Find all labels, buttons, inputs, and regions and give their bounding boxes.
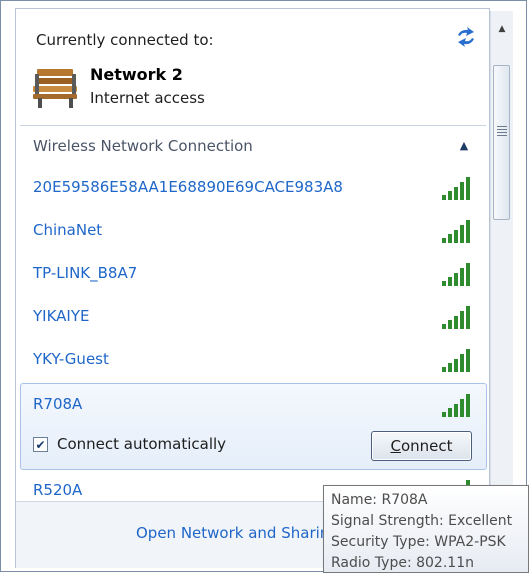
connected-network-name: Network 2	[90, 65, 183, 84]
signal-strength-icon	[442, 394, 470, 417]
section-title: Wireless Network Connection	[33, 137, 253, 155]
connect-button-label: onnect	[400, 437, 453, 455]
network-name: R708A	[33, 395, 83, 413]
network-name: ChinaNet	[33, 221, 103, 239]
network-name: YIKAIYE	[33, 307, 90, 325]
connect-button-mnemonic: C	[390, 437, 401, 455]
connect-button[interactable]: Connect	[371, 431, 472, 461]
chevron-up-icon[interactable]: ▲	[457, 138, 471, 152]
network-row[interactable]: 20E59586E58AA1E68890E69CACE983A8	[20, 167, 486, 210]
signal-strength-icon	[442, 349, 470, 372]
scrollbar-thumb[interactable]	[493, 65, 510, 220]
network-row[interactable]: YKY-Guest	[20, 339, 486, 382]
signal-strength-icon	[442, 306, 470, 329]
refresh-icon[interactable]	[454, 25, 478, 49]
network-name: TP-LINK_B8A7	[33, 264, 138, 282]
scroll-up-arrow-icon[interactable]: ▲	[491, 11, 513, 47]
grip-icon	[497, 126, 507, 137]
tooltip-signal-strength: Signal Strength: Excellent	[331, 513, 513, 529]
network-tooltip: Name: R708A Signal Strength: Excellent S…	[323, 485, 529, 573]
tooltip-radio-type: Radio Type: 802.11n	[331, 555, 474, 571]
connect-automatically-label[interactable]: Connect automatically	[57, 435, 226, 453]
signal-strength-icon	[442, 177, 470, 200]
connected-network-status: Internet access	[90, 89, 205, 107]
currently-connected-label: Currently connected to:	[36, 31, 214, 49]
network-row[interactable]: YIKAIYE	[20, 296, 486, 339]
bench-icon	[32, 65, 80, 109]
network-name: R520A	[33, 481, 83, 499]
network-row[interactable]: ChinaNet	[20, 210, 486, 253]
signal-strength-icon	[442, 220, 470, 243]
connect-automatically-checkbox[interactable]: ✔	[33, 437, 48, 452]
tooltip-security-type: Security Type: WPA2-PSK	[331, 534, 506, 550]
network-name: 20E59586E58AA1E68890E69CACE983A8	[33, 178, 343, 196]
signal-strength-icon	[442, 263, 470, 286]
scrollbar[interactable]: ▲	[490, 11, 513, 521]
network-row[interactable]: TP-LINK_B8A7	[20, 253, 486, 296]
selected-network-row[interactable]: R708A ✔ Connect automatically Connect	[20, 383, 487, 470]
wireless-connection-header[interactable]: Wireless Network Connection ▲	[20, 125, 486, 166]
tooltip-name: Name: R708A	[331, 492, 428, 508]
network-name: YKY-Guest	[33, 350, 109, 368]
